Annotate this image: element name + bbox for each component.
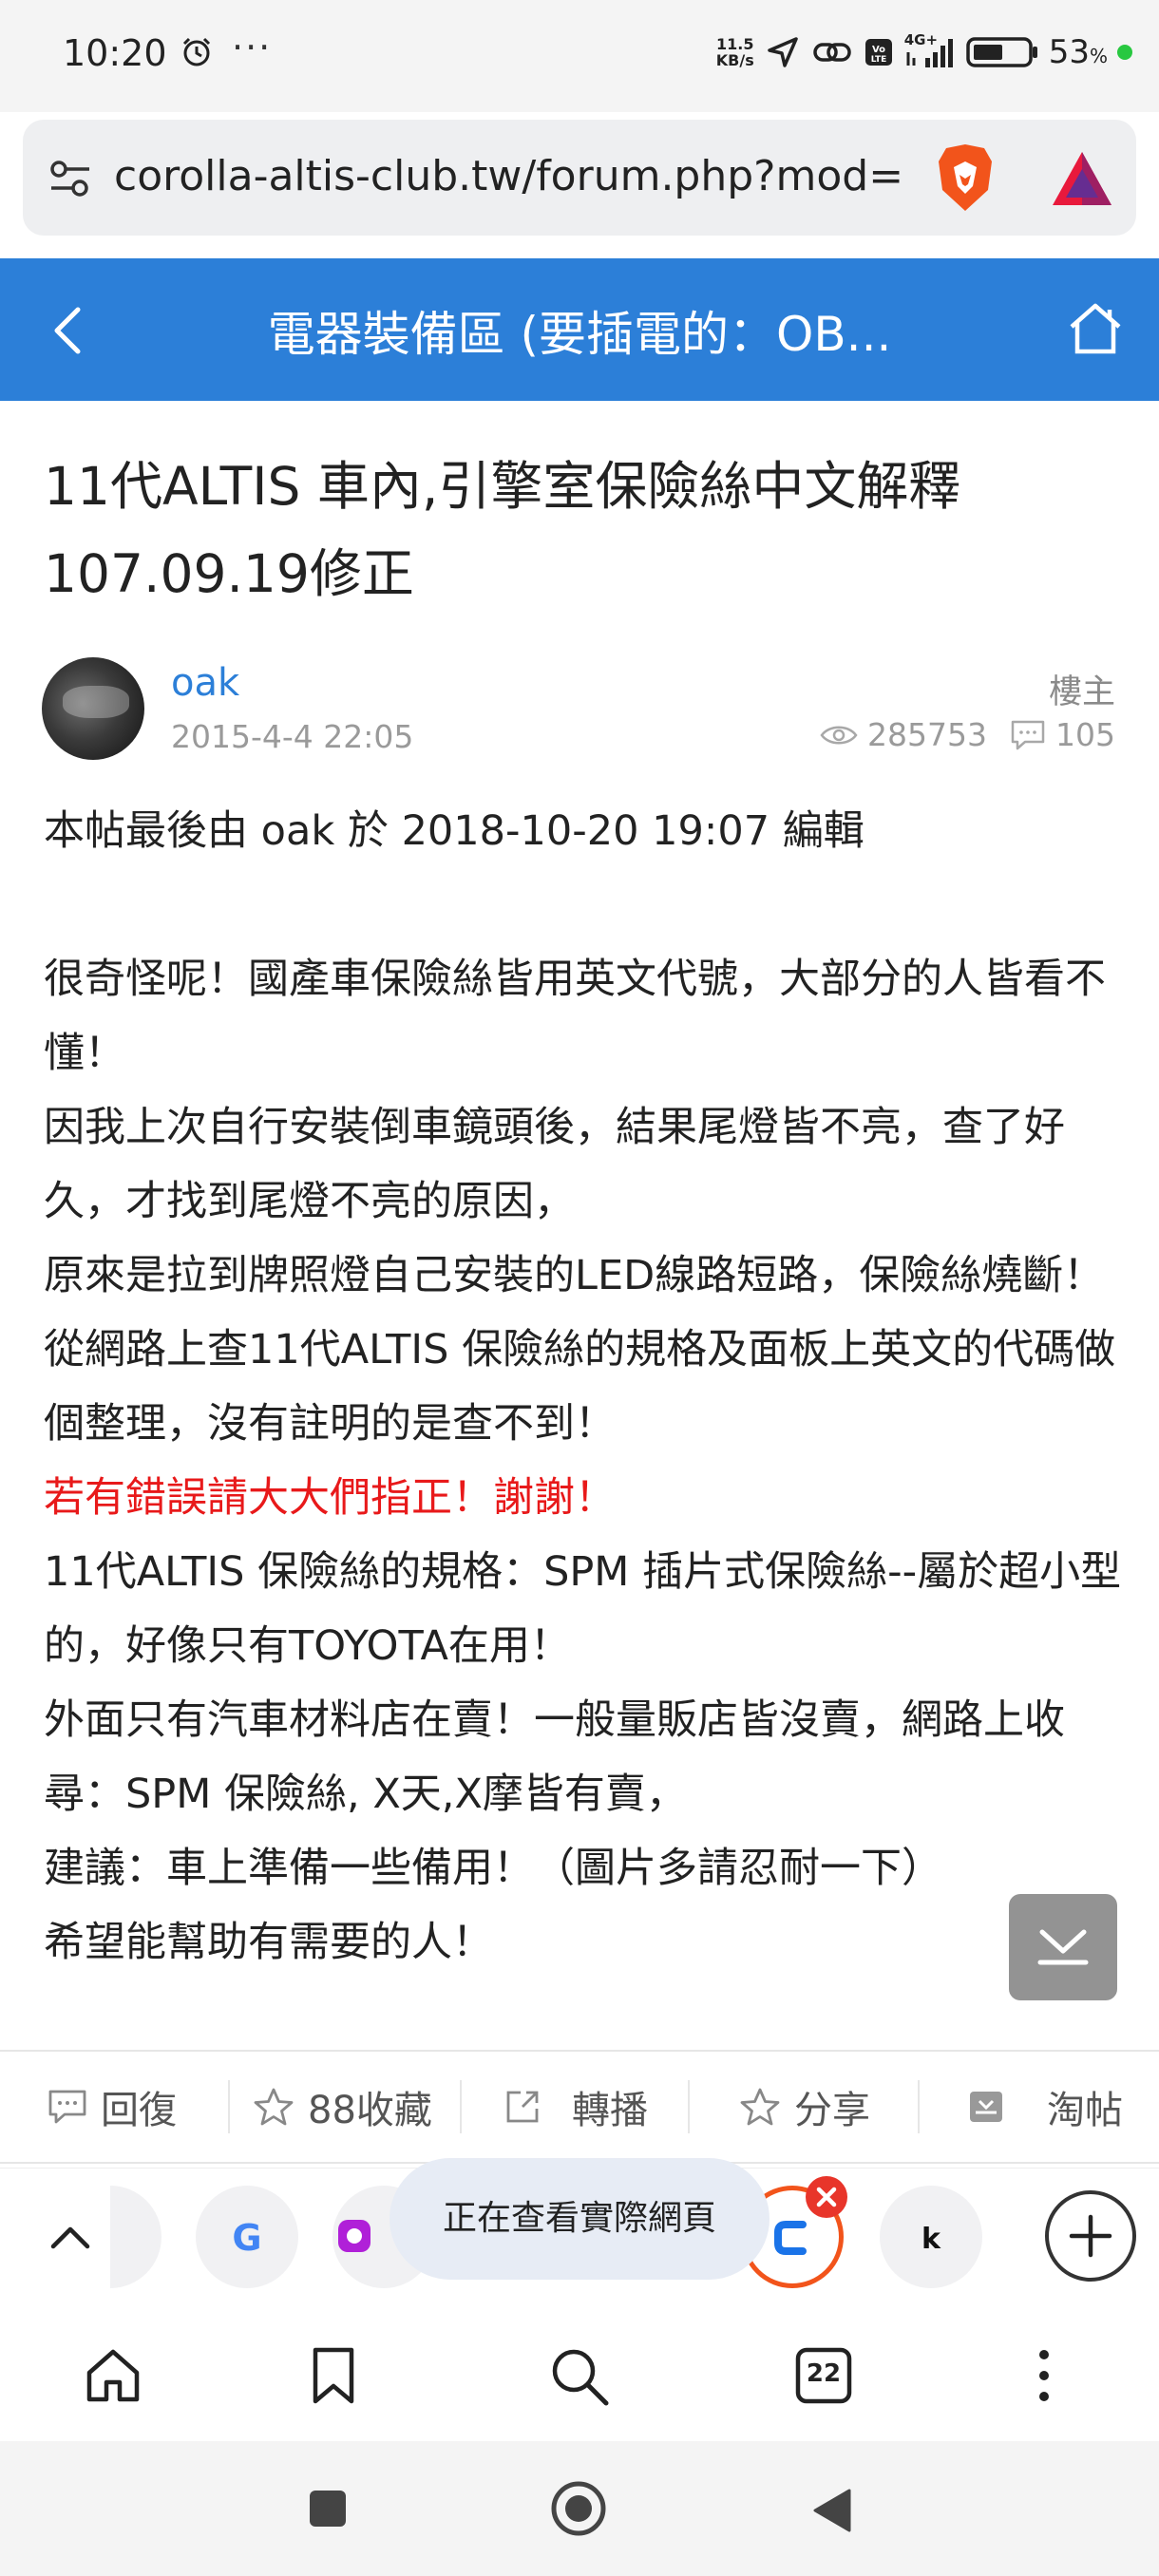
paragraph: 外面只有汽車材料店在賣！一般量販店皆沒賣，網路上收尋：SPM 保險絲, X天,X… bbox=[44, 1696, 1065, 1818]
view-count: 285753 bbox=[867, 716, 987, 753]
home-nav-icon[interactable] bbox=[84, 2346, 142, 2409]
forum-section-title: 電器裝備區 (要插電的：OB... bbox=[267, 307, 892, 362]
views-eye-icon bbox=[820, 726, 858, 744]
divider bbox=[918, 2080, 920, 2133]
paragraph: 原來是拉到牌照燈自己安裝的LED線路短路，保險絲燒斷！ bbox=[44, 1252, 1105, 1299]
more-menu-icon[interactable] bbox=[1030, 2346, 1058, 2409]
svg-text:G: G bbox=[232, 2217, 261, 2259]
viewing-toast: 正在查看實際網頁 bbox=[390, 2158, 770, 2280]
tabs-count: 22 bbox=[806, 2359, 842, 2388]
home-circle-icon[interactable] bbox=[549, 2479, 608, 2542]
volte-icon: VoLTE bbox=[864, 39, 892, 66]
scroll-down-icon bbox=[1037, 1929, 1089, 1965]
svg-text:k: k bbox=[922, 2223, 941, 2256]
author-role-badge: 樓主 bbox=[1048, 673, 1115, 711]
brave-shields-icon[interactable] bbox=[935, 141, 996, 218]
author-name[interactable]: oak bbox=[171, 661, 239, 705]
collect-thread-button[interactable]: 淘帖 bbox=[967, 2052, 1123, 2162]
favorite-button[interactable]: 88收藏 bbox=[253, 2052, 432, 2162]
post-date: 2015-4-4 22:05 bbox=[171, 718, 414, 755]
back-arrow-icon[interactable] bbox=[49, 304, 87, 361]
star-icon bbox=[254, 2088, 294, 2126]
battery-icon bbox=[965, 37, 1037, 67]
highlight-paragraph: 若有錯誤請大大們指正！謝謝！ bbox=[44, 1474, 616, 1522]
paragraph: 建議：車上準備一些備用！（圖片多請忍耐一下） bbox=[44, 1845, 942, 1892]
tray-download-icon bbox=[970, 2092, 1002, 2122]
battery-percent: 53% bbox=[1048, 33, 1108, 71]
tab-google[interactable]: G bbox=[196, 2186, 298, 2288]
post-title: 11代ALTIS 車內,引擎室保險絲中文解釋 107.09.19修正 bbox=[44, 456, 961, 604]
paragraph: 從網路上查11代ALTIS 保險絲的規格及面板上英文的代碼做個整理，沒有註明的是… bbox=[44, 1326, 1116, 1448]
new-tab-button[interactable] bbox=[1045, 2190, 1136, 2282]
chevron-up-icon[interactable] bbox=[48, 2216, 93, 2262]
edit-note: 本帖最後由 oak 於 2018-10-20 19:07 編輯 bbox=[44, 807, 864, 855]
browser-bottom-nav: 22 bbox=[0, 2306, 1159, 2439]
back-triangle-icon[interactable] bbox=[809, 2487, 853, 2538]
network-speed: 11.5 KB/s bbox=[715, 35, 754, 69]
bat-rewards-icon[interactable] bbox=[1049, 148, 1115, 213]
privacy-indicator-dot bbox=[1117, 45, 1132, 60]
status-bar: 10:20 ··· 11.5 KB/s Vo LTE 4G+ 53% bbox=[0, 0, 1159, 112]
divider bbox=[228, 2080, 230, 2133]
plus-icon bbox=[1069, 2214, 1112, 2258]
paragraph: 很奇怪呢！國產車保險絲皆用英文代號，大部分的人皆看不懂！ bbox=[44, 956, 1106, 1077]
share-button[interactable]: 分享 bbox=[739, 2052, 870, 2162]
divider bbox=[460, 2080, 462, 2133]
google-icon: G bbox=[232, 2217, 261, 2259]
signal-icon: 4G+ bbox=[904, 31, 956, 71]
post-action-bar: 回復 88收藏 轉播 分享 淘帖 bbox=[0, 2050, 1159, 2164]
search-icon[interactable] bbox=[549, 2346, 610, 2411]
more-notifications-icon: ··· bbox=[232, 27, 273, 68]
svg-text:LTE: LTE bbox=[870, 55, 886, 65]
reply-count: 105 bbox=[1055, 716, 1115, 753]
paragraph: 希望能幫助有需要的人！ bbox=[44, 1919, 493, 1966]
alarm-icon bbox=[180, 36, 213, 72]
post-stats: 285753 105 bbox=[820, 716, 1115, 753]
forum-header: 電器裝備區 (要插電的：OB... bbox=[0, 258, 1159, 401]
avatar[interactable] bbox=[42, 657, 144, 760]
recent-apps-icon[interactable] bbox=[306, 2487, 350, 2534]
address-bar[interactable]: corolla-altis-club.tw/forum.php?mod=v bbox=[23, 120, 1136, 236]
tabs-counter-button[interactable]: 22 bbox=[794, 2346, 853, 2409]
hotspot-link-icon bbox=[812, 43, 851, 62]
app-k-icon: k bbox=[922, 2223, 941, 2256]
bookmark-icon[interactable] bbox=[310, 2346, 357, 2409]
paragraph: 因我上次自行安裝倒車鏡頭後，結果尾燈皆不亮，查了好久，才找到尾燈不亮的原因， bbox=[44, 1104, 1065, 1225]
location-icon bbox=[767, 37, 798, 67]
divider bbox=[688, 2080, 690, 2133]
reply-button[interactable]: 回復 bbox=[48, 2052, 177, 2162]
reply-comment-icon bbox=[48, 2090, 86, 2124]
share-star-icon bbox=[740, 2088, 780, 2126]
close-tab-icon[interactable] bbox=[806, 2176, 847, 2218]
external-share-icon bbox=[506, 2091, 539, 2123]
svg-text:Vo: Vo bbox=[872, 45, 885, 55]
post-body: 本帖最後由 oak 於 2018-10-20 19:07 編輯 很奇怪呢！國產車… bbox=[44, 794, 1127, 1979]
status-time: 10:20 bbox=[63, 32, 167, 74]
tab-other-app[interactable]: k bbox=[880, 2186, 982, 2288]
home-icon[interactable] bbox=[1066, 300, 1125, 361]
scroll-to-bottom-button[interactable] bbox=[1009, 1894, 1117, 2000]
site-settings-icon[interactable] bbox=[48, 158, 93, 203]
url-text[interactable]: corolla-altis-club.tw/forum.php?mod=v bbox=[114, 152, 902, 200]
paragraph: 11代ALTIS 保險絲的規格：SPM 插片式保險絲--屬於超小型的，好像只有T… bbox=[44, 1548, 1122, 1670]
replies-comment-icon bbox=[1011, 720, 1045, 749]
repost-button[interactable]: 轉播 bbox=[504, 2052, 648, 2162]
android-nav-bar bbox=[0, 2441, 1159, 2576]
status-indicators: 11.5 KB/s Vo LTE 4G+ 53% bbox=[716, 28, 1132, 76]
